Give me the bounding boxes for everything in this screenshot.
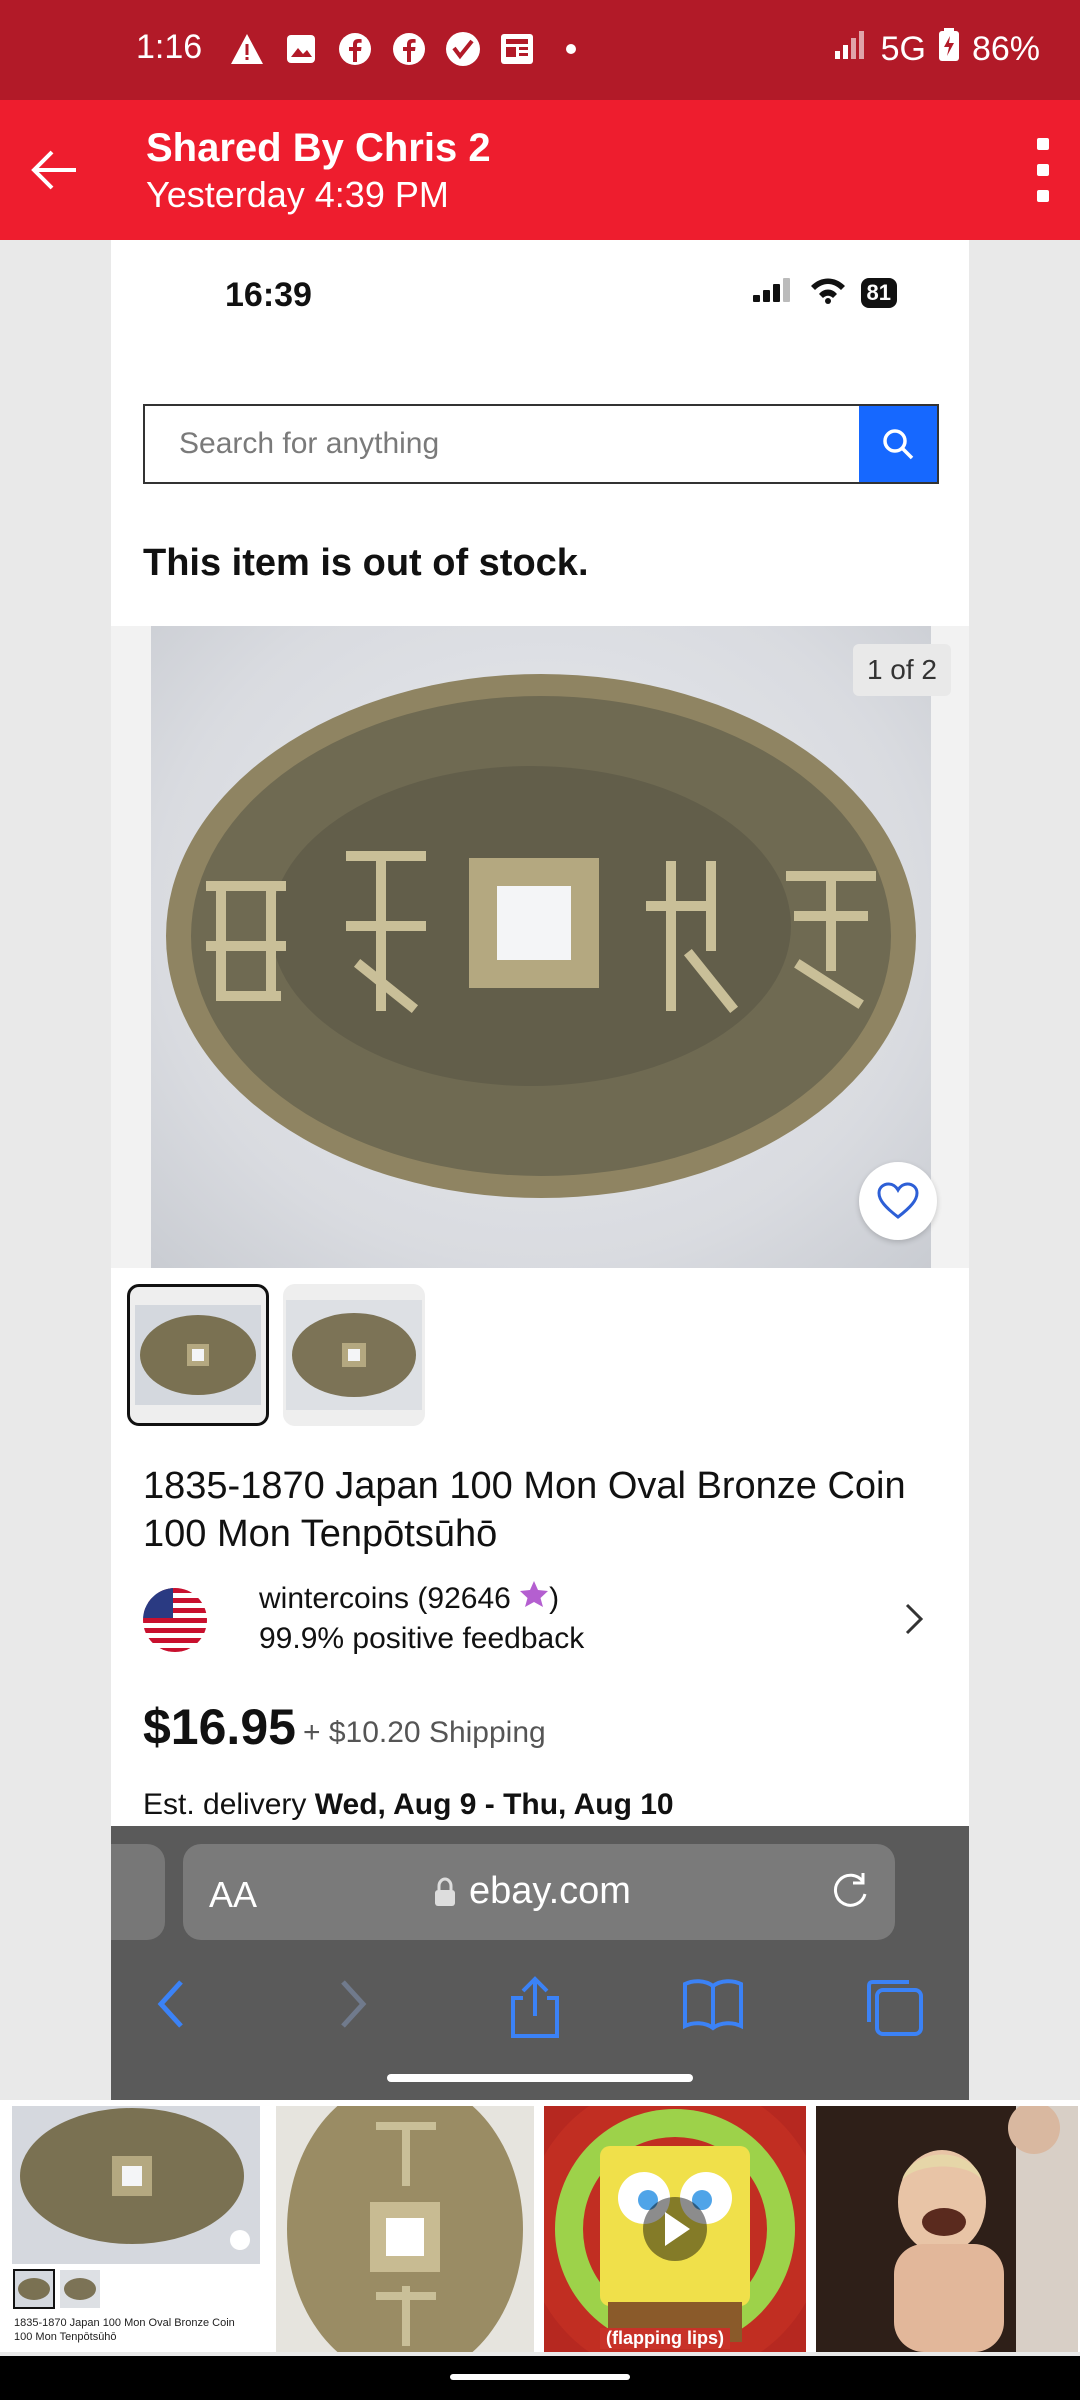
facebook-icon	[336, 30, 374, 68]
star-rating-icon	[520, 1581, 549, 1607]
more-options-icon[interactable]	[1028, 138, 1058, 202]
wifi-icon	[809, 276, 847, 309]
network-type: 5G	[880, 30, 926, 68]
delivery-dates: Wed, Aug 9 - Thu, Aug 10	[314, 1788, 674, 1821]
battery-charging-icon	[938, 28, 960, 71]
media-thumb-coin-closeup[interactable]	[276, 2106, 534, 2352]
search-bar	[143, 404, 939, 484]
status-time: 1:16	[136, 28, 203, 66]
dot-icon	[552, 30, 590, 68]
facebook-icon	[390, 30, 428, 68]
image-counter: 1 of 2	[852, 644, 951, 696]
notification-icons	[228, 30, 590, 68]
ios-status-time: 16:39	[225, 276, 312, 314]
signal-icon	[833, 29, 869, 70]
coin-photo[interactable]	[151, 626, 931, 1268]
safari-toolbar: AA ebay.com	[111, 1826, 969, 2100]
us-flag-icon	[143, 1588, 207, 1652]
forward-icon[interactable]	[333, 1976, 373, 2037]
android-status-bar: 1:16 5G 86%	[0, 0, 1080, 100]
share-title: Shared By Chris 2	[146, 126, 491, 170]
media-strip: 1835-1870 Japan 100 Mon Oval Bronze Coin…	[0, 2100, 1080, 2352]
battery-percent: 86%	[971, 30, 1040, 68]
previous-tab-peek[interactable]	[111, 1844, 165, 1940]
search-icon	[883, 429, 914, 460]
media-caption: 1835-1870 Japan 100 Mon Oval Bronze Coin…	[14, 2317, 235, 2343]
ios-battery: 81	[860, 277, 897, 308]
seller-info[interactable]: wintercoins (92646 ) 99.9% positive feed…	[143, 1580, 943, 1670]
media-thumb-spongebob-gif[interactable]: (flapping lips)	[544, 2106, 806, 2352]
item-title: 1835-1870 Japan 100 Mon Oval Bronze Coin…	[143, 1465, 906, 1555]
url-domain: ebay.com	[433, 1870, 631, 1913]
lock-icon	[435, 1876, 455, 1906]
out-of-stock-notice: This item is out of stock.	[143, 542, 589, 584]
thumbnail-1[interactable]	[127, 1284, 269, 1426]
thumbnail-row	[127, 1284, 425, 1426]
safari-nav-icons	[111, 1976, 969, 2046]
text-size-button[interactable]: AA	[209, 1874, 257, 1916]
back-arrow-icon[interactable]	[26, 140, 86, 200]
shipping-cost: + $10.20 Shipping	[303, 1716, 546, 1749]
check-badge-icon	[444, 30, 482, 68]
home-indicator	[387, 2074, 693, 2082]
image-icon	[282, 30, 320, 68]
bookmarks-icon[interactable]	[681, 1976, 745, 2037]
estimated-delivery: Est. delivery Wed, Aug 9 - Thu, Aug 10	[143, 1788, 674, 1821]
address-bar[interactable]: AA ebay.com	[183, 1844, 895, 1940]
tabs-icon[interactable]	[863, 1976, 925, 2043]
android-nav-bar	[0, 2356, 1080, 2400]
chevron-right-icon	[903, 1602, 925, 1641]
seller-name: wintercoins (92646 )	[259, 1581, 560, 1615]
gif-label: (flapping lips)	[600, 2328, 730, 2349]
news-icon	[498, 30, 536, 68]
share-icon[interactable]	[505, 1976, 565, 2045]
search-button[interactable]	[859, 406, 937, 482]
search-input[interactable]	[145, 406, 859, 482]
item-price: $16.95	[143, 1699, 296, 1755]
heart-icon	[877, 1182, 919, 1219]
shared-screenshot[interactable]: 16:39 81 This item is out of stock.	[111, 240, 969, 2100]
back-icon[interactable]	[151, 1976, 191, 2037]
ios-status-icons: 81	[751, 276, 897, 309]
warning-icon	[228, 30, 266, 68]
seller-feedback: 99.9% positive feedback	[259, 1622, 585, 1655]
gesture-handle[interactable]	[450, 2374, 630, 2380]
image-gallery[interactable]: 1 of 2	[111, 626, 969, 1268]
status-right-group: 5G 86%	[833, 28, 1040, 71]
media-thumb-photo[interactable]	[816, 2106, 1078, 2352]
reload-icon[interactable]	[827, 1868, 873, 1919]
media-thumb-screenshot[interactable]: 1835-1870 Japan 100 Mon Oval Bronze Coin…	[12, 2106, 260, 2352]
share-header: Shared By Chris 2 Yesterday 4:39 PM	[0, 100, 1080, 240]
cellular-signal-icon	[751, 277, 795, 308]
thumbnail-2[interactable]	[283, 1284, 425, 1426]
watchlist-button[interactable]	[859, 1162, 937, 1240]
share-timestamp: Yesterday 4:39 PM	[146, 174, 449, 215]
